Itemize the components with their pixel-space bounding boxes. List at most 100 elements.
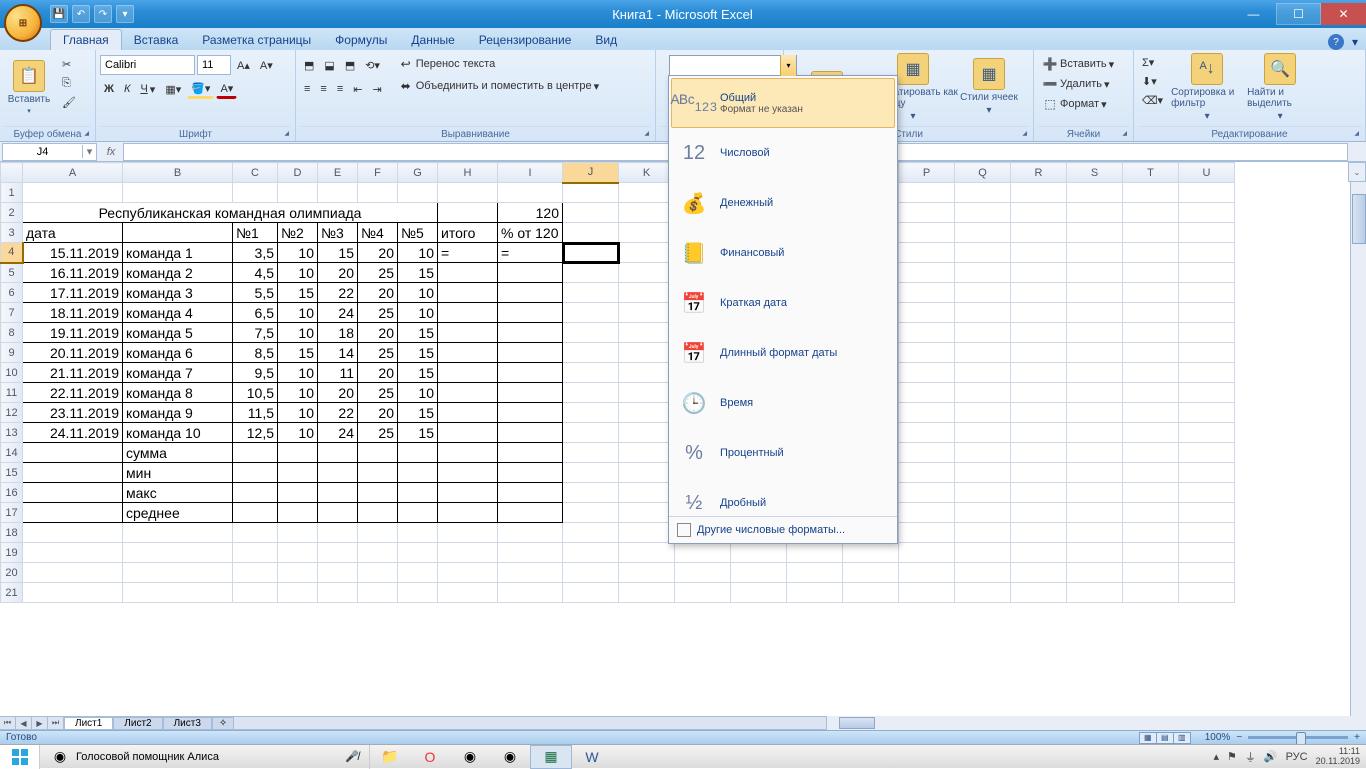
orientation-icon[interactable]: ⟲▾ <box>361 57 384 74</box>
cell[interactable]: 20 <box>358 283 398 303</box>
mic-muted-icon[interactable]: 🎤̸ <box>345 750 359 763</box>
cell[interactable]: 10 <box>278 363 318 383</box>
cell[interactable]: команда 1 <box>123 243 233 263</box>
name-box[interactable]: J4▾ <box>2 143 97 161</box>
cell[interactable] <box>955 203 1011 223</box>
col-header[interactable]: H <box>438 163 498 183</box>
cell[interactable] <box>1123 283 1179 303</box>
cell[interactable] <box>899 283 955 303</box>
cell[interactable] <box>498 363 563 383</box>
cell[interactable]: команда 6 <box>123 343 233 363</box>
cell[interactable] <box>498 183 563 203</box>
cell[interactable] <box>498 583 563 603</box>
cell[interactable]: 19.11.2019 <box>23 323 123 343</box>
cell[interactable] <box>1011 303 1067 323</box>
cell[interactable] <box>1123 443 1179 463</box>
align-bottom-icon[interactable]: ⬒ <box>341 57 359 74</box>
cell[interactable] <box>1123 303 1179 323</box>
close-button[interactable]: ✕ <box>1321 3 1366 25</box>
align-middle-icon[interactable]: ⬓ <box>320 57 338 74</box>
cell[interactable] <box>498 423 563 443</box>
cell[interactable] <box>899 303 955 323</box>
cell[interactable] <box>899 363 955 383</box>
cell[interactable] <box>398 443 438 463</box>
cell[interactable] <box>563 303 619 323</box>
cell[interactable] <box>955 423 1011 443</box>
bold-button[interactable]: Ж <box>100 81 118 97</box>
cell[interactable]: сумма <box>123 443 233 463</box>
cell[interactable] <box>123 563 233 583</box>
col-header[interactable]: F <box>358 163 398 183</box>
row-header[interactable]: 5 <box>1 263 23 283</box>
cell[interactable] <box>438 503 498 523</box>
new-sheet-icon[interactable]: ✧ <box>212 717 234 729</box>
cell[interactable] <box>1179 403 1235 423</box>
cell[interactable] <box>955 383 1011 403</box>
fill-button[interactable]: ⬇▾ <box>1138 73 1167 90</box>
cell[interactable] <box>23 543 123 563</box>
cell[interactable] <box>1011 483 1067 503</box>
cell[interactable] <box>899 543 955 563</box>
cell[interactable] <box>1011 523 1067 543</box>
cell[interactable] <box>1011 223 1067 243</box>
cell[interactable]: макс <box>123 483 233 503</box>
cell[interactable] <box>619 343 675 363</box>
cell[interactable] <box>1179 483 1235 503</box>
cell[interactable] <box>398 503 438 523</box>
cell[interactable] <box>1179 383 1235 403</box>
cell[interactable] <box>731 543 787 563</box>
horizontal-scrollbar[interactable] <box>826 716 1366 730</box>
align-top-icon[interactable]: ⬒ <box>300 57 318 74</box>
cell[interactable] <box>563 403 619 423</box>
cell[interactable]: 15 <box>398 323 438 343</box>
cell[interactable] <box>358 543 398 563</box>
cell[interactable]: 20 <box>358 243 398 263</box>
cell[interactable] <box>1179 503 1235 523</box>
select-all-corner[interactable] <box>1 163 23 183</box>
cell[interactable]: команда 5 <box>123 323 233 343</box>
fx-icon[interactable]: fx <box>99 146 123 158</box>
cell[interactable]: мин <box>123 463 233 483</box>
col-header[interactable]: J <box>563 163 619 183</box>
cell[interactable]: Республиканская командная олимпиада <box>23 203 438 223</box>
cell[interactable] <box>438 203 498 223</box>
cell[interactable] <box>438 343 498 363</box>
cell[interactable] <box>955 463 1011 483</box>
cell[interactable] <box>955 283 1011 303</box>
cell[interactable] <box>438 523 498 543</box>
cell[interactable] <box>398 483 438 503</box>
cell[interactable] <box>498 403 563 423</box>
row-header[interactable]: 3 <box>1 223 23 243</box>
cell[interactable] <box>955 483 1011 503</box>
language-indicator[interactable]: РУС <box>1286 751 1308 763</box>
cell[interactable]: 22 <box>318 403 358 423</box>
cell[interactable]: 5,5 <box>233 283 278 303</box>
cell[interactable]: 25 <box>358 423 398 443</box>
cell[interactable] <box>1011 503 1067 523</box>
cell[interactable] <box>955 183 1011 203</box>
cell[interactable] <box>498 483 563 503</box>
cell[interactable]: 24.11.2019 <box>23 423 123 443</box>
cell[interactable] <box>955 303 1011 323</box>
cell[interactable] <box>955 363 1011 383</box>
cell[interactable] <box>843 583 899 603</box>
cell[interactable] <box>1067 543 1123 563</box>
sheet-tab-2[interactable]: Лист2 <box>113 717 162 729</box>
cell[interactable] <box>233 583 278 603</box>
cell[interactable] <box>1067 243 1123 263</box>
cell[interactable] <box>1123 343 1179 363</box>
cell[interactable] <box>619 523 675 543</box>
cell[interactable] <box>358 523 398 543</box>
cell[interactable] <box>1179 223 1235 243</box>
cell[interactable] <box>358 463 398 483</box>
cell[interactable]: 20 <box>318 263 358 283</box>
cell[interactable]: №1 <box>233 223 278 243</box>
cell[interactable]: 10,5 <box>233 383 278 403</box>
cell[interactable]: 25 <box>358 303 398 323</box>
cell[interactable] <box>899 483 955 503</box>
cell[interactable]: 23.11.2019 <box>23 403 123 423</box>
fmt-item-shortdate[interactable]: 📅 Краткая дата <box>671 278 895 328</box>
row-header[interactable]: 18 <box>1 523 23 543</box>
tab-insert[interactable]: Вставка <box>122 30 191 50</box>
qat-customize-icon[interactable]: ▾ <box>116 5 134 23</box>
